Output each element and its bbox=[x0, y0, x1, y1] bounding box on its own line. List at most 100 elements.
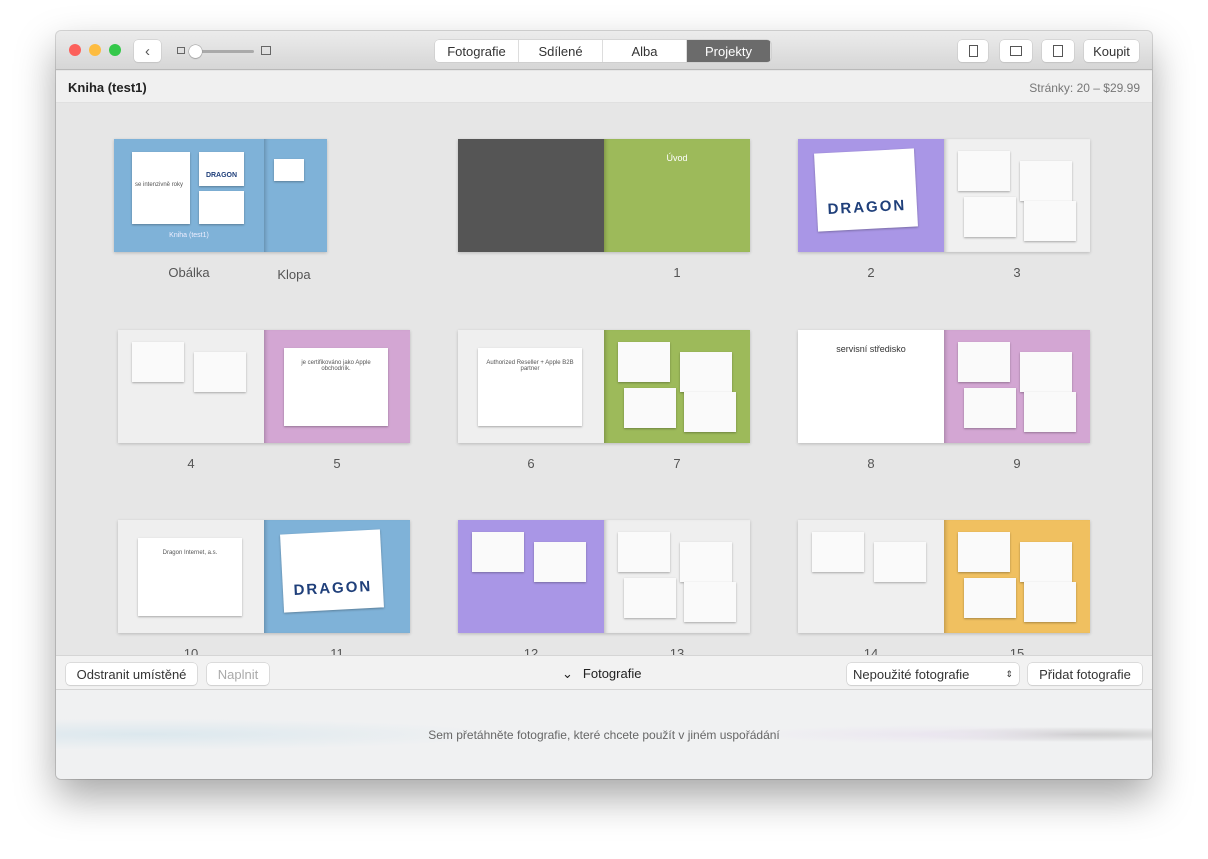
page-spread[interactable]: Authorized Reseller + Apple B2B partner bbox=[458, 330, 750, 443]
view-tabs: Fotografie Sdílené Alba Projekty bbox=[435, 40, 771, 62]
page-number-label: 2 bbox=[867, 265, 875, 280]
book-page[interactable]: Authorized Reseller + Apple B2B partner bbox=[458, 330, 604, 443]
photos-toggle[interactable]: ⌄ Fotografie bbox=[562, 666, 641, 682]
book-page[interactable] bbox=[118, 330, 264, 443]
page-number-label: 8 bbox=[867, 456, 875, 471]
book-page[interactable]: servisní středisko bbox=[798, 330, 944, 443]
photo-card bbox=[958, 532, 1010, 572]
photo-card bbox=[534, 542, 586, 582]
toolbar: ‹ Fotografie Sdílené Alba Projekty Koupi… bbox=[56, 31, 1152, 70]
book-page[interactable] bbox=[458, 520, 604, 633]
photo-card bbox=[684, 392, 736, 432]
remove-placed-button[interactable]: Odstranit umístěné bbox=[66, 663, 197, 685]
updown-chevron-icon: ⇕ bbox=[1005, 668, 1013, 679]
fill-button[interactable]: Naplnit bbox=[207, 663, 269, 685]
photo-card bbox=[812, 532, 864, 572]
page-spread[interactable]: je certifikováno jako Apple obchodník. bbox=[118, 330, 410, 443]
flap bbox=[264, 139, 327, 252]
project-header: Kniha (test1) Stránky: 20 – $29.99 bbox=[56, 71, 1152, 103]
photo-card bbox=[684, 582, 736, 622]
page-number-label: 7 bbox=[673, 456, 681, 471]
close-button[interactable] bbox=[69, 44, 81, 56]
logo: DRAGON bbox=[199, 152, 244, 186]
bottom-toolbar: Odstranit umístěné Naplnit ⌄ Fotografie N… bbox=[56, 655, 1152, 690]
minimize-button[interactable] bbox=[89, 44, 101, 56]
photo-card bbox=[680, 542, 732, 582]
cover-photo-card bbox=[199, 191, 244, 224]
page-count-price: Stránky: 20 – $29.99 bbox=[1029, 81, 1140, 95]
cover-text-card: se intenzivně roky bbox=[132, 152, 190, 224]
cover-label: Obálka bbox=[168, 265, 210, 280]
thumbnail-size-slider[interactable] bbox=[189, 45, 254, 58]
photo-drop-area[interactable]: Sem přetáhněte fotografie, které chcete … bbox=[56, 690, 1152, 779]
photo-card bbox=[964, 388, 1016, 428]
photo-card bbox=[1024, 201, 1076, 241]
logo: DRAGON bbox=[280, 529, 384, 613]
add-photos-button[interactable]: Přidat fotografie bbox=[1028, 663, 1142, 685]
pages-icon bbox=[1053, 45, 1063, 57]
page-spread[interactable]: servisní středisko bbox=[798, 330, 1090, 443]
photo-filter-select[interactable]: Nepoužité fotografie ⇕ bbox=[847, 663, 1019, 685]
tab-sdilene[interactable]: Sdílené bbox=[519, 40, 603, 62]
photo-card bbox=[624, 578, 676, 618]
book-page[interactable] bbox=[604, 520, 750, 633]
page-number-label: 4 bbox=[187, 456, 195, 471]
page-spread[interactable]: Úvod bbox=[458, 139, 750, 252]
page-grid: se intenzivně roky DRAGON Kniha (test1) … bbox=[56, 103, 1152, 661]
page-caption-card: je certifikováno jako Apple obchodník. bbox=[284, 348, 388, 426]
photo-card bbox=[624, 388, 676, 428]
layout-button[interactable] bbox=[1000, 40, 1032, 62]
book-page[interactable] bbox=[458, 139, 604, 252]
page-number-label: 6 bbox=[527, 456, 535, 471]
book-page[interactable] bbox=[944, 330, 1090, 443]
book-page[interactable] bbox=[944, 139, 1090, 252]
photo-card bbox=[1020, 542, 1072, 582]
photo-card bbox=[1024, 392, 1076, 432]
photos-window: ‹ Fotografie Sdílené Alba Projekty Koupi… bbox=[56, 31, 1152, 779]
photo-card bbox=[964, 578, 1016, 618]
flap-label: Klopa bbox=[277, 267, 311, 282]
book-page[interactable]: DRAGON bbox=[798, 139, 944, 252]
book-page[interactable] bbox=[944, 520, 1090, 633]
page-number-label: 3 bbox=[1013, 265, 1021, 280]
tab-fotografie[interactable]: Fotografie bbox=[435, 40, 519, 62]
large-thumb-icon bbox=[261, 46, 271, 55]
book-page[interactable] bbox=[604, 330, 750, 443]
page-spread[interactable] bbox=[458, 520, 750, 633]
layout-icon bbox=[1010, 46, 1022, 56]
tab-alba[interactable]: Alba bbox=[603, 40, 687, 62]
book-page[interactable]: je certifikováno jako Apple obchodník. bbox=[264, 330, 410, 443]
page-title-text: servisní středisko bbox=[836, 344, 906, 354]
add-page-button[interactable] bbox=[958, 40, 988, 62]
photo-card bbox=[680, 352, 732, 392]
buy-button[interactable]: Koupit bbox=[1084, 40, 1139, 62]
page-spread[interactable] bbox=[798, 520, 1090, 633]
tab-projekty[interactable]: Projekty bbox=[687, 40, 771, 62]
photo-card bbox=[964, 197, 1016, 237]
book-page[interactable]: DRAGON bbox=[264, 520, 410, 633]
page-spread[interactable]: DRAGON bbox=[798, 139, 1090, 252]
add-page-icon bbox=[968, 45, 978, 57]
book-page[interactable]: Dragon Internet, a.s. bbox=[118, 520, 264, 633]
small-thumb-icon bbox=[177, 47, 185, 54]
logo: DRAGON bbox=[814, 148, 918, 232]
page-caption-card: Authorized Reseller + Apple B2B partner bbox=[478, 348, 582, 426]
cover-book-title: Kniha (test1) bbox=[169, 232, 209, 239]
photo-card bbox=[132, 342, 184, 382]
zoom-button[interactable] bbox=[109, 44, 121, 56]
photos-label: Fotografie bbox=[582, 666, 642, 681]
photo-card bbox=[618, 342, 670, 382]
cover-spread[interactable]: se intenzivně roky DRAGON Kniha (test1) bbox=[114, 139, 327, 252]
page-spread[interactable]: Dragon Internet, a.s. DRAGON bbox=[118, 520, 410, 633]
book-page[interactable]: Úvod bbox=[604, 139, 750, 252]
page-number-label: 5 bbox=[333, 456, 341, 471]
photo-card bbox=[1020, 161, 1072, 201]
back-button[interactable]: ‹ bbox=[134, 40, 161, 62]
book-page[interactable] bbox=[798, 520, 944, 633]
photo-card bbox=[874, 542, 926, 582]
photo-card bbox=[472, 532, 524, 572]
page-title-text: Úvod bbox=[666, 153, 688, 163]
options-button[interactable] bbox=[1042, 40, 1074, 62]
filter-value: Nepoužité fotografie bbox=[853, 666, 970, 682]
chevron-down-icon: ⌄ bbox=[562, 666, 573, 681]
